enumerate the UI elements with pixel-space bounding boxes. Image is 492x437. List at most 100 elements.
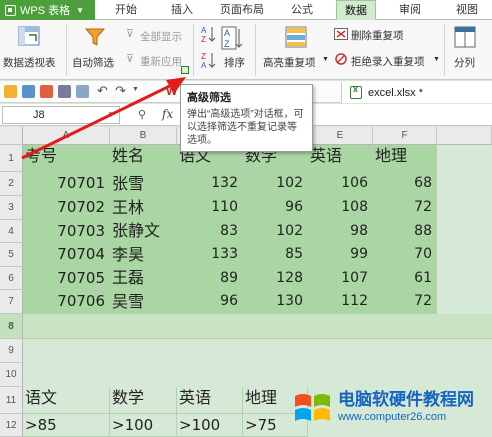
menu-bar: WPS 表格 ▼ 开始 插入 页面布局 公式 数据 审阅 视图	[0, 0, 492, 20]
table-header-cell[interactable]: 姓名	[110, 145, 177, 172]
function-icon[interactable]: fx	[162, 107, 173, 121]
row-header[interactable]: 1	[0, 145, 23, 172]
separator	[255, 24, 256, 76]
table-cell[interactable]: 张雪	[110, 172, 177, 196]
undo-icon[interactable]: ↶	[97, 83, 108, 99]
table-cell[interactable]: 106	[308, 172, 373, 196]
row-header[interactable]: 9	[0, 339, 23, 363]
name-box[interactable]: J8 ▼	[2, 106, 120, 124]
tooltip-title: 高级筛选	[187, 92, 231, 104]
app-menu-button[interactable]: WPS 表格 ▼	[0, 0, 95, 20]
table-cell[interactable]: 102	[243, 220, 308, 243]
table-cell[interactable]: 吴雪	[110, 290, 177, 314]
tab-view[interactable]: 视图	[450, 0, 484, 20]
row-header[interactable]: 3	[0, 196, 23, 220]
table-cell[interactable]: 72	[373, 196, 437, 220]
column-header[interactable]: A	[23, 127, 110, 145]
column-header[interactable]: F	[373, 127, 437, 145]
row-header[interactable]: 12	[0, 414, 23, 437]
tab-page-layout[interactable]: 页面布局	[214, 0, 270, 20]
tab-review[interactable]: 审阅	[393, 0, 427, 20]
table-cell[interactable]: 96	[177, 290, 243, 314]
advanced-filter-launcher[interactable]	[181, 66, 189, 74]
table-cell[interactable]: 61	[373, 267, 437, 290]
row-header[interactable]: 2	[0, 172, 23, 196]
split-columns-label: 分列	[454, 57, 475, 69]
svg-text:A: A	[201, 61, 207, 69]
table-header-cell[interactable]: 考号	[23, 145, 110, 172]
row-header[interactable]: 7	[0, 290, 23, 314]
column-header[interactable]	[437, 127, 492, 145]
tab-data[interactable]: 数据	[336, 0, 376, 20]
table-cell[interactable]: 68	[373, 172, 437, 196]
table-cell[interactable]: 110	[177, 196, 243, 220]
table-cell[interactable]: 王林	[110, 196, 177, 220]
highlight-duplicates-icon	[285, 26, 307, 48]
delete-duplicates-label: 删除重复项	[351, 30, 404, 42]
auto-filter-label: 自动筛选	[72, 57, 114, 69]
column-header[interactable]: B	[110, 127, 177, 145]
table-cell[interactable]: 70702	[23, 196, 110, 220]
document-tab[interactable]: excel.xlsx *	[341, 82, 492, 103]
wps-icon[interactable]: W	[166, 84, 177, 98]
table-cell[interactable]: 70701	[23, 172, 110, 196]
print-icon[interactable]	[58, 85, 71, 98]
criteria-header-cell[interactable]: 数学	[110, 387, 177, 414]
criteria-header-cell[interactable]: 语文	[23, 387, 110, 414]
row-header[interactable]: 6	[0, 267, 23, 290]
table-cell[interactable]: 70	[373, 243, 437, 267]
criteria-value-cell[interactable]: >100	[177, 414, 243, 437]
table-cell[interactable]: 107	[308, 267, 373, 290]
table-cell[interactable]: 72	[373, 290, 437, 314]
table-cell[interactable]: 98	[308, 220, 373, 243]
tab-insert[interactable]: 插入	[165, 0, 199, 20]
print-preview-icon[interactable]	[76, 85, 89, 98]
table-cell[interactable]: 132	[177, 172, 243, 196]
criteria-value-cell[interactable]: >85	[23, 414, 110, 437]
table-cell[interactable]: 李昊	[110, 243, 177, 267]
table-cell[interactable]: 70703	[23, 220, 110, 243]
table-cell[interactable]: 130	[243, 290, 308, 314]
table-cell[interactable]: 张静文	[110, 220, 177, 243]
save-icon[interactable]	[22, 85, 35, 98]
select-all-corner[interactable]	[0, 127, 23, 145]
table-cell[interactable]: 128	[243, 267, 308, 290]
reject-duplicates-label: 拒绝录入重复项	[351, 56, 425, 68]
advanced-filter-tooltip: 高级筛选 弹出“高级选项”对话框，可以选择筛选不重复记录等选项。	[180, 84, 313, 152]
table-cell[interactable]: 108	[308, 196, 373, 220]
table-cell[interactable]: 王磊	[110, 267, 177, 290]
column-header[interactable]: E	[308, 127, 373, 145]
row-header[interactable]: 10	[0, 363, 23, 387]
row-header[interactable]: 11	[0, 387, 23, 414]
table-cell[interactable]: 70704	[23, 243, 110, 267]
spreadsheet-file-icon	[350, 84, 362, 99]
chevron-down-icon[interactable]: ▼	[132, 86, 139, 93]
row-header[interactable]: 4	[0, 220, 23, 243]
table-header-cell[interactable]: 地理	[373, 145, 437, 172]
table-cell[interactable]: 70706	[23, 290, 110, 314]
table-cell[interactable]: 85	[243, 243, 308, 267]
criteria-value-cell[interactable]: >100	[110, 414, 177, 437]
svg-text:A: A	[224, 28, 230, 38]
zoom-icon[interactable]: ⚲	[138, 108, 146, 121]
svg-text:A: A	[201, 26, 207, 35]
open-folder-icon[interactable]	[4, 85, 17, 98]
tab-home[interactable]: 开始	[108, 0, 144, 20]
table-cell[interactable]: 83	[177, 220, 243, 243]
table-cell[interactable]: 70705	[23, 267, 110, 290]
table-cell[interactable]: 99	[308, 243, 373, 267]
tab-formula[interactable]: 公式	[284, 0, 320, 20]
chevron-down-icon: ▼	[76, 5, 85, 15]
row-header[interactable]: 5	[0, 243, 23, 267]
table-cell[interactable]: 133	[177, 243, 243, 267]
row-header[interactable]: 8	[0, 314, 23, 339]
table-cell[interactable]: 112	[308, 290, 373, 314]
table-cell[interactable]: 102	[243, 172, 308, 196]
criteria-header-cell[interactable]: 英语	[177, 387, 243, 414]
table-cell[interactable]: 89	[177, 267, 243, 290]
table-cell[interactable]: 96	[243, 196, 308, 220]
table-header-cell[interactable]: 英语	[308, 145, 373, 172]
table-cell[interactable]: 88	[373, 220, 437, 243]
export-pdf-icon[interactable]	[40, 85, 53, 98]
redo-icon[interactable]: ↷	[115, 83, 126, 99]
